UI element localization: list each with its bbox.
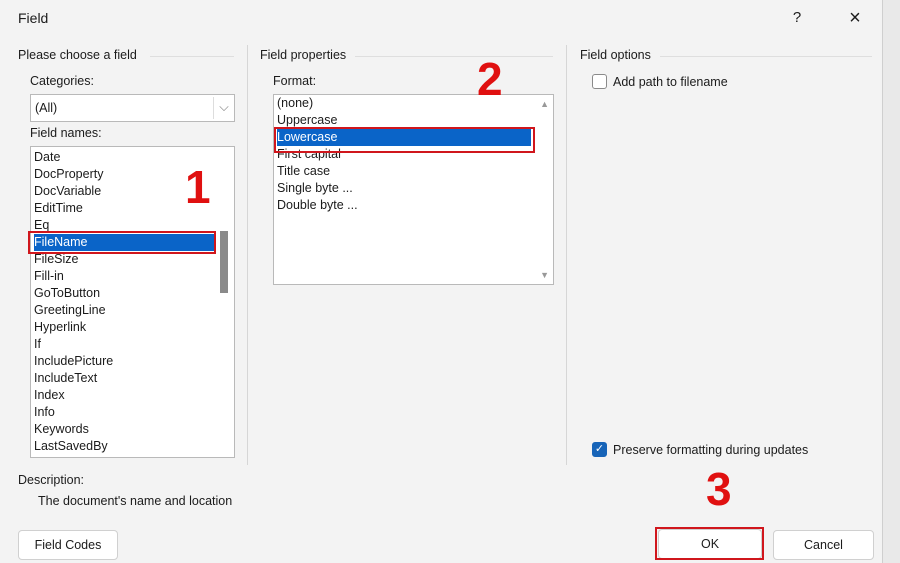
add-path-label: Add path to filename	[613, 75, 728, 89]
divider	[355, 56, 553, 57]
preserve-formatting-label: Preserve formatting during updates	[613, 443, 809, 457]
annotation-box-1	[28, 231, 216, 254]
list-item[interactable]: If	[34, 336, 214, 353]
annotation-number-3: 3	[706, 463, 732, 515]
scrollbar-thumb[interactable]	[220, 231, 228, 293]
list-item[interactable]: IncludeText	[34, 370, 214, 387]
field-codes-button[interactable]: Field Codes	[18, 530, 118, 560]
list-item[interactable]: Single byte ...	[277, 180, 531, 197]
divider	[247, 45, 248, 465]
annotation-box-2	[274, 127, 535, 153]
description-label: Description:	[18, 473, 84, 487]
categories-dropdown[interactable]: (All) ⌵	[30, 94, 235, 122]
divider	[150, 56, 234, 57]
field-options-group-label: Field options	[580, 48, 651, 62]
description-text: The document's name and location	[38, 494, 233, 508]
scroll-up-icon[interactable]: ▲	[540, 99, 549, 109]
close-button[interactable]: ×	[840, 6, 870, 30]
scroll-down-icon[interactable]: ▼	[540, 270, 549, 280]
annotation-number-2: 2	[477, 53, 503, 105]
add-path-checkbox[interactable]	[592, 74, 607, 89]
field-properties-group-label: Field properties	[260, 48, 347, 62]
dialog-title: Field	[18, 10, 49, 26]
field-names-label: Field names:	[30, 126, 102, 140]
annotation-number-1: 1	[185, 161, 211, 213]
categories-label: Categories:	[30, 74, 94, 88]
choose-field-group-label: Please choose a field	[18, 48, 137, 62]
list-item[interactable]: Double byte ...	[277, 197, 531, 214]
help-button[interactable]: ?	[782, 6, 812, 30]
categories-value: (All)	[35, 101, 58, 115]
chevron-down-icon[interactable]: ⌵	[213, 97, 234, 119]
list-item[interactable]: Title case	[277, 163, 531, 180]
field-dialog: Field ? × Please choose a field Categori…	[0, 0, 883, 563]
list-item[interactable]: GoToButton	[34, 285, 214, 302]
list-item[interactable]: Fill-in	[34, 268, 214, 285]
divider	[566, 45, 567, 465]
list-item[interactable]: Keywords	[34, 421, 214, 438]
format-label: Format:	[273, 74, 317, 88]
preserve-formatting-checkbox[interactable]: ✓	[592, 442, 607, 457]
list-item[interactable]: Index	[34, 387, 214, 404]
divider	[660, 56, 872, 57]
format-list[interactable]: ▲ ▼ (none) Uppercase Lowercase First capita…	[273, 94, 554, 285]
cancel-button[interactable]: Cancel	[773, 530, 874, 560]
annotation-box-3	[655, 527, 764, 560]
list-item[interactable]: LastSavedBy	[34, 438, 214, 455]
list-item[interactable]: Hyperlink	[34, 319, 214, 336]
list-item[interactable]: Info	[34, 404, 214, 421]
list-item[interactable]: IncludePicture	[34, 353, 214, 370]
list-item[interactable]: GreetingLine	[34, 302, 214, 319]
